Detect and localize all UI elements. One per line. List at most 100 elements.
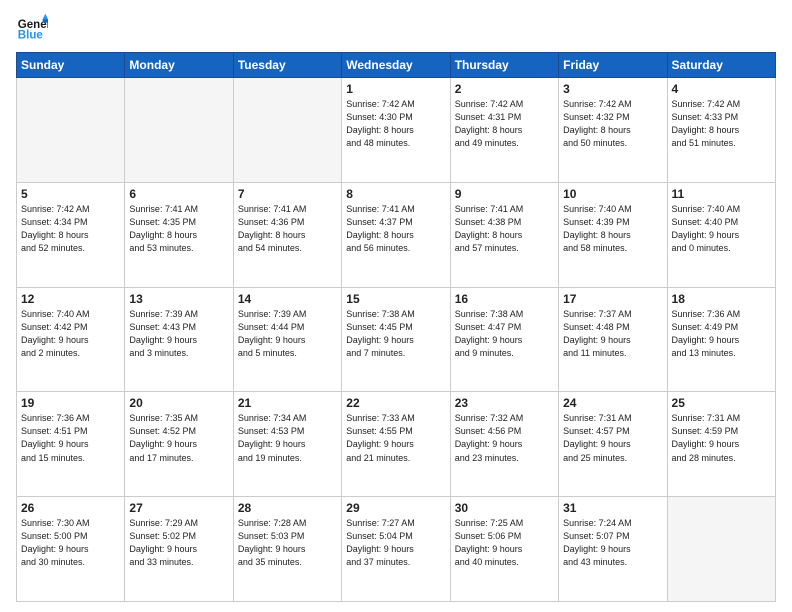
calendar-cell: 27 Sunrise: 7:29 AM Sunset: 5:02 PM Dayli… <box>125 497 233 602</box>
weekday-header-saturday: Saturday <box>667 53 775 78</box>
day-number: 28 <box>238 501 337 515</box>
day-number: 21 <box>238 396 337 410</box>
day-number: 15 <box>346 292 445 306</box>
day-info: Sunrise: 7:41 AM Sunset: 4:36 PM Dayligh… <box>238 203 337 255</box>
calendar-cell: 10Sunrise: 7:40 AM Sunset: 4:39 PM Dayli… <box>559 182 667 287</box>
weekday-header-tuesday: Tuesday <box>233 53 341 78</box>
day-info: Sunrise: 7:41 AM Sunset: 4:35 PM Dayligh… <box>129 203 228 255</box>
day-info: Sunrise: 7:32 AM Sunset: 4:56 PM Dayligh… <box>455 412 554 464</box>
calendar-cell: 31 Sunrise: 7:24 AM Sunset: 5:07 PM Dayli… <box>559 497 667 602</box>
day-number: 18 <box>672 292 771 306</box>
calendar-cell: 9 Sunrise: 7:41 AM Sunset: 4:38 PM Daylig… <box>450 182 558 287</box>
day-number: 25 <box>672 396 771 410</box>
day-info: Sunrise: 7:39 AM Sunset: 4:43 PM Dayligh… <box>129 308 228 360</box>
calendar-cell: 14 Sunrise: 7:39 AM Sunset: 4:44 PM Dayli… <box>233 287 341 392</box>
day-number: 7 <box>238 187 337 201</box>
day-number: 31 <box>563 501 662 515</box>
calendar-cell: 30Sunrise: 7:25 AM Sunset: 5:06 PM Dayli… <box>450 497 558 602</box>
calendar-cell: 26 Sunrise: 7:30 AM Sunset: 5:00 PM Dayli… <box>17 497 125 602</box>
calendar-cell: 25 Sunrise: 7:31 AM Sunset: 4:59 PM Dayli… <box>667 392 775 497</box>
day-info: Sunrise: 7:38 AM Sunset: 4:47 PM Dayligh… <box>455 308 554 360</box>
calendar-cell: 1 Sunrise: 7:42 AM Sunset: 4:30 PM Daylig… <box>342 78 450 183</box>
calendar-cell: 4 Sunrise: 7:42 AM Sunset: 4:33 PM Daylig… <box>667 78 775 183</box>
weekday-header-friday: Friday <box>559 53 667 78</box>
day-number: 27 <box>129 501 228 515</box>
day-number: 4 <box>672 82 771 96</box>
calendar-cell: 28 Sunrise: 7:28 AM Sunset: 5:03 PM Dayli… <box>233 497 341 602</box>
day-info: Sunrise: 7:40 AM Sunset: 4:40 PM Dayligh… <box>672 203 771 255</box>
logo: General Blue <box>16 12 52 44</box>
day-number: 9 <box>455 187 554 201</box>
day-info: Sunrise: 7:40 AM Sunset: 4:42 PM Dayligh… <box>21 308 120 360</box>
day-number: 11 <box>672 187 771 201</box>
calendar-cell: 19 Sunrise: 7:36 AM Sunset: 4:51 PM Dayli… <box>17 392 125 497</box>
day-info: Sunrise: 7:40 AM Sunset: 4:39 PM Dayligh… <box>563 203 662 255</box>
day-number: 24 <box>563 396 662 410</box>
day-number: 17 <box>563 292 662 306</box>
day-info: Sunrise: 7:42 AM Sunset: 4:30 PM Dayligh… <box>346 98 445 150</box>
week-row-3: 12 Sunrise: 7:40 AM Sunset: 4:42 PM Dayli… <box>17 287 776 392</box>
page: General Blue SundayMondayTuesdayWednesda… <box>0 0 792 612</box>
day-info: Sunrise: 7:42 AM Sunset: 4:33 PM Dayligh… <box>672 98 771 150</box>
day-info: Sunrise: 7:39 AM Sunset: 4:44 PM Dayligh… <box>238 308 337 360</box>
day-info: Sunrise: 7:35 AM Sunset: 4:52 PM Dayligh… <box>129 412 228 464</box>
day-info: Sunrise: 7:28 AM Sunset: 5:03 PM Dayligh… <box>238 517 337 569</box>
day-number: 5 <box>21 187 120 201</box>
calendar-cell: 12 Sunrise: 7:40 AM Sunset: 4:42 PM Dayli… <box>17 287 125 392</box>
weekday-header-monday: Monday <box>125 53 233 78</box>
day-info: Sunrise: 7:29 AM Sunset: 5:02 PM Dayligh… <box>129 517 228 569</box>
day-info: Sunrise: 7:25 AM Sunset: 5:06 PM Dayligh… <box>455 517 554 569</box>
svg-text:Blue: Blue <box>18 30 44 42</box>
day-number: 29 <box>346 501 445 515</box>
day-info: Sunrise: 7:37 AM Sunset: 4:48 PM Dayligh… <box>563 308 662 360</box>
calendar-cell: 17 Sunrise: 7:37 AM Sunset: 4:48 PM Dayli… <box>559 287 667 392</box>
day-info: Sunrise: 7:41 AM Sunset: 4:37 PM Dayligh… <box>346 203 445 255</box>
calendar-cell: 18Sunrise: 7:36 AM Sunset: 4:49 PM Dayli… <box>667 287 775 392</box>
day-number: 8 <box>346 187 445 201</box>
calendar-cell: 5 Sunrise: 7:42 AM Sunset: 4:34 PM Daylig… <box>17 182 125 287</box>
day-number: 6 <box>129 187 228 201</box>
day-number: 26 <box>21 501 120 515</box>
calendar-cell: 13 Sunrise: 7:39 AM Sunset: 4:43 PM Dayli… <box>125 287 233 392</box>
calendar-cell <box>125 78 233 183</box>
day-number: 1 <box>346 82 445 96</box>
day-info: Sunrise: 7:42 AM Sunset: 4:34 PM Dayligh… <box>21 203 120 255</box>
day-number: 23 <box>455 396 554 410</box>
day-number: 19 <box>21 396 120 410</box>
calendar-cell: 15 Sunrise: 7:38 AM Sunset: 4:45 PM Dayli… <box>342 287 450 392</box>
calendar-cell: 2Sunrise: 7:42 AM Sunset: 4:31 PM Daylig… <box>450 78 558 183</box>
calendar-cell <box>233 78 341 183</box>
day-number: 13 <box>129 292 228 306</box>
header: General Blue <box>16 12 776 44</box>
calendar-cell: 20Sunrise: 7:35 AM Sunset: 4:52 PM Dayli… <box>125 392 233 497</box>
weekday-header-wednesday: Wednesday <box>342 53 450 78</box>
day-info: Sunrise: 7:36 AM Sunset: 4:51 PM Dayligh… <box>21 412 120 464</box>
day-info: Sunrise: 7:38 AM Sunset: 4:45 PM Dayligh… <box>346 308 445 360</box>
weekday-header-sunday: Sunday <box>17 53 125 78</box>
calendar-cell: 7 Sunrise: 7:41 AM Sunset: 4:36 PM Daylig… <box>233 182 341 287</box>
day-number: 3 <box>563 82 662 96</box>
day-info: Sunrise: 7:42 AM Sunset: 4:31 PM Dayligh… <box>455 98 554 150</box>
calendar-cell: 3 Sunrise: 7:42 AM Sunset: 4:32 PM Daylig… <box>559 78 667 183</box>
day-info: Sunrise: 7:33 AM Sunset: 4:55 PM Dayligh… <box>346 412 445 464</box>
day-info: Sunrise: 7:30 AM Sunset: 5:00 PM Dayligh… <box>21 517 120 569</box>
calendar-cell: 22Sunrise: 7:33 AM Sunset: 4:55 PM Dayli… <box>342 392 450 497</box>
calendar-cell: 29 Sunrise: 7:27 AM Sunset: 5:04 PM Dayli… <box>342 497 450 602</box>
day-info: Sunrise: 7:24 AM Sunset: 5:07 PM Dayligh… <box>563 517 662 569</box>
day-info: Sunrise: 7:41 AM Sunset: 4:38 PM Dayligh… <box>455 203 554 255</box>
calendar-cell: 23 Sunrise: 7:32 AM Sunset: 4:56 PM Dayli… <box>450 392 558 497</box>
logo-icon: General Blue <box>16 12 48 44</box>
calendar-cell: 24Sunrise: 7:31 AM Sunset: 4:57 PM Dayli… <box>559 392 667 497</box>
day-info: Sunrise: 7:31 AM Sunset: 4:59 PM Dayligh… <box>672 412 771 464</box>
day-number: 12 <box>21 292 120 306</box>
day-number: 16 <box>455 292 554 306</box>
day-info: Sunrise: 7:34 AM Sunset: 4:53 PM Dayligh… <box>238 412 337 464</box>
week-row-5: 26 Sunrise: 7:30 AM Sunset: 5:00 PM Dayli… <box>17 497 776 602</box>
day-number: 14 <box>238 292 337 306</box>
week-row-2: 5 Sunrise: 7:42 AM Sunset: 4:34 PM Daylig… <box>17 182 776 287</box>
day-info: Sunrise: 7:42 AM Sunset: 4:32 PM Dayligh… <box>563 98 662 150</box>
week-row-1: 1 Sunrise: 7:42 AM Sunset: 4:30 PM Daylig… <box>17 78 776 183</box>
calendar-cell: 6 Sunrise: 7:41 AM Sunset: 4:35 PM Daylig… <box>125 182 233 287</box>
day-info: Sunrise: 7:27 AM Sunset: 5:04 PM Dayligh… <box>346 517 445 569</box>
calendar-cell <box>667 497 775 602</box>
